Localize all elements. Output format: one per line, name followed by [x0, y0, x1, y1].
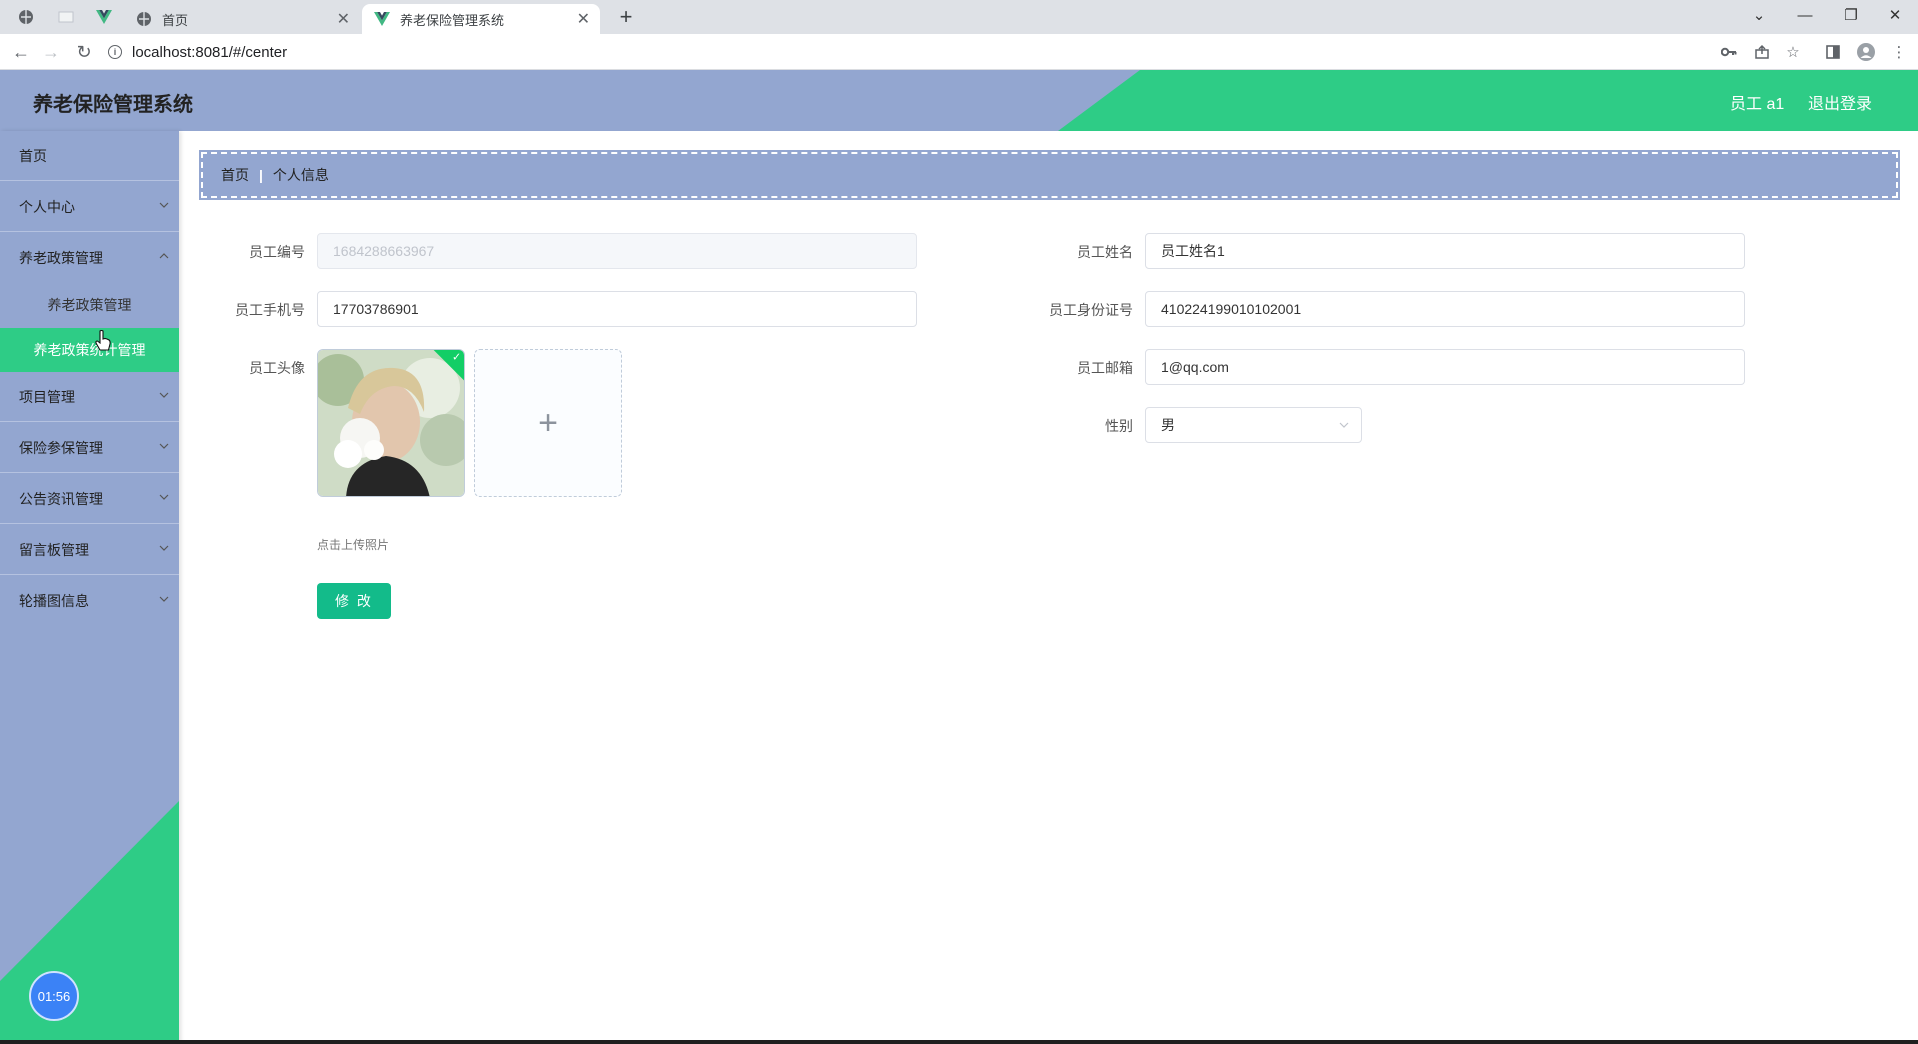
more-menu-icon[interactable]: ⋮	[1888, 42, 1910, 62]
chevron-down-icon	[159, 392, 169, 398]
breadcrumb-separator: |	[259, 167, 263, 183]
gender-value: 男	[1161, 417, 1175, 433]
key-icon[interactable]	[1718, 42, 1740, 62]
sidebar-item-label: 留言板管理	[19, 541, 89, 558]
timer-badge[interactable]: 01:56	[29, 971, 79, 1021]
sidebar-item-news[interactable]: 公告资讯管理	[0, 474, 179, 524]
breadcrumb-current: 个人信息	[272, 167, 329, 183]
modify-button[interactable]: 修 改	[317, 583, 391, 619]
phone-field[interactable]: 17703786901	[317, 291, 917, 327]
pinned-tab-globe[interactable]	[8, 4, 44, 30]
avatar-label: 员工头像	[249, 360, 305, 376]
employee-no-label: 员工编号	[249, 244, 305, 260]
new-tab-button[interactable]: +	[612, 4, 640, 30]
vue-logo-icon	[96, 10, 112, 24]
close-icon[interactable]: ✕	[577, 9, 590, 29]
chevron-down-icon	[159, 494, 169, 500]
url-text: localhost:8081/#/center	[132, 43, 288, 61]
share-icon[interactable]	[1751, 42, 1773, 62]
email-label: 员工邮箱	[1077, 360, 1133, 376]
tab-search-icon[interactable]: ⌄	[1736, 0, 1782, 30]
email-field[interactable]: 1@qq.com	[1145, 349, 1745, 385]
sidebar-item-label: 轮播图信息	[19, 593, 89, 609]
chevron-down-icon	[159, 443, 169, 449]
hand-cursor-icon	[95, 330, 111, 351]
globe-icon	[136, 11, 152, 27]
sidebar-item-policy[interactable]: 养老政策管理	[0, 233, 179, 283]
sidebar-subitem-policy[interactable]: 养老政策管理	[0, 283, 179, 327]
reload-icon[interactable]: ↻	[71, 40, 97, 64]
sidebar-item-messages[interactable]: 留言板管理	[0, 525, 179, 575]
forward-icon[interactable]: →	[38, 40, 64, 64]
tab-title: 养老保险管理系统	[400, 12, 505, 28]
app-header: 养老保险管理系统 员工 a1 退出登录	[0, 70, 1918, 131]
avatar-photo	[318, 350, 464, 496]
sidebar-subitem-label: 养老政策统计管理	[33, 342, 146, 358]
vue-logo-icon	[374, 11, 390, 27]
sidebar-item-personal-center[interactable]: 个人中心	[0, 182, 179, 232]
minimize-icon[interactable]: —	[1782, 0, 1828, 30]
employee-name-field[interactable]: 员工姓名1	[1145, 233, 1745, 269]
upload-tip: 点击上传照片	[317, 538, 390, 552]
current-user: 员工 a1	[1730, 96, 1785, 113]
upload-button[interactable]: +	[474, 349, 622, 497]
sidebar-item-label: 保险参保管理	[19, 439, 103, 456]
sidebar-item-label: 养老政策管理	[19, 250, 103, 266]
header-decoration	[1058, 70, 1918, 131]
sidebar: 首页 个人中心 养老政策管理 养老政策管理 养老政策统计管理 项目管理 保险参保…	[0, 131, 179, 1044]
sidebar-item-label: 公告资讯管理	[19, 490, 103, 507]
pinned-tab-blank[interactable]	[48, 4, 84, 30]
side-panel-icon[interactable]	[1822, 42, 1844, 62]
close-icon[interactable]: ✕	[337, 9, 350, 29]
id-card-label: 员工身份证号	[1049, 302, 1133, 318]
employee-no-field: 1684288663967	[317, 233, 917, 269]
breadcrumb-home[interactable]: 首页	[221, 165, 249, 185]
chevron-down-icon	[1339, 422, 1349, 428]
close-window-icon[interactable]: ✕	[1872, 0, 1918, 30]
restore-icon[interactable]: ❐	[1828, 0, 1874, 30]
sidebar-item-carousel[interactable]: 轮播图信息	[0, 576, 179, 626]
chevron-down-icon	[159, 596, 169, 602]
id-card-field[interactable]: 410224199010102001	[1145, 291, 1745, 327]
document-icon	[58, 11, 74, 23]
chevron-down-icon	[159, 202, 169, 208]
plus-icon: +	[538, 403, 558, 442]
info-icon[interactable]: i	[108, 45, 122, 59]
gender-select[interactable]: 男	[1145, 407, 1362, 443]
back-icon[interactable]: ←	[8, 40, 34, 64]
sidebar-subitem-policy-stats[interactable]: 养老政策统计管理	[0, 328, 179, 372]
breadcrumb: 首页 | 个人信息	[199, 150, 1900, 200]
sidebar-item-label: 个人中心	[19, 198, 75, 215]
sidebar-item-home[interactable]: 首页	[0, 131, 179, 181]
taskbar-edge	[0, 1040, 1918, 1044]
avatar-image[interactable]: ✓	[317, 349, 465, 497]
globe-icon	[19, 10, 33, 24]
pinned-tab-vue[interactable]	[86, 4, 122, 30]
logout-button[interactable]: 退出登录	[1808, 90, 1872, 114]
profile-icon[interactable]	[1855, 42, 1877, 62]
tab-title: 首页	[162, 12, 189, 28]
check-icon: ✓	[452, 351, 462, 364]
sidebar-subitem-label: 养老政策管理	[47, 297, 132, 313]
chevron-up-icon	[159, 253, 169, 259]
gender-label: 性别	[1105, 418, 1133, 434]
sidebar-item-insurance[interactable]: 保险参保管理	[0, 423, 179, 473]
sidebar-item-label: 首页	[19, 147, 47, 164]
browser-tabbar: 首页 ✕ 养老保险管理系统 ✕ + ⌄ — ❐ ✕	[0, 0, 1918, 34]
tab-home[interactable]: 首页 ✕	[124, 4, 360, 34]
phone-label: 员工手机号	[235, 302, 305, 318]
app-title: 养老保险管理系统	[33, 94, 193, 116]
chevron-down-icon	[159, 545, 169, 551]
employee-name-label: 员工姓名	[1077, 244, 1133, 260]
sidebar-item-project[interactable]: 项目管理	[0, 372, 179, 422]
tab-app[interactable]: 养老保险管理系统 ✕	[362, 4, 600, 34]
star-icon[interactable]: ☆	[1782, 42, 1804, 62]
sidebar-item-label: 项目管理	[19, 388, 75, 405]
address-bar[interactable]: i localhost:8081/#/center	[108, 37, 1808, 67]
browser-toolbar: ← → ↻ i localhost:8081/#/center ☆ ⋮	[0, 34, 1918, 70]
